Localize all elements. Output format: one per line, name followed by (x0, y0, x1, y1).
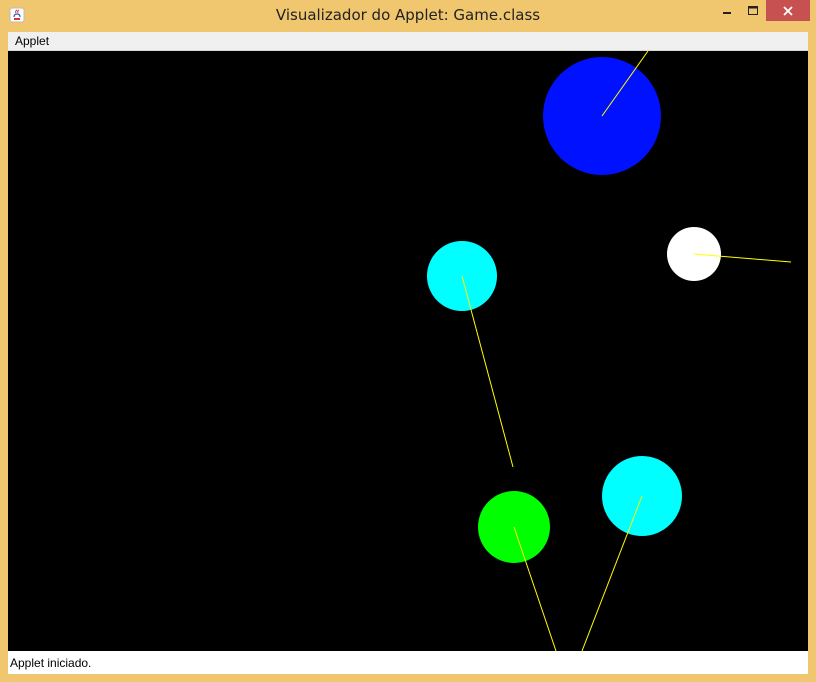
applet-viewer-window: Visualizador do Applet: Game.class Apple… (0, 0, 816, 682)
menu-bar: Applet (8, 32, 808, 51)
minimize-button[interactable] (713, 0, 740, 21)
close-icon (783, 5, 793, 16)
minimize-icon (722, 11, 731, 14)
status-text: Applet iniciado. (10, 656, 92, 670)
maximize-button[interactable] (740, 0, 766, 21)
status-bar: Applet iniciado. (8, 651, 808, 674)
title-bar[interactable]: Visualizador do Applet: Game.class (0, 0, 816, 32)
close-button[interactable] (766, 0, 810, 21)
game-canvas[interactable] (8, 50, 808, 652)
window-title: Visualizador do Applet: Game.class (275, 6, 541, 24)
canvas-background (8, 51, 808, 651)
menu-applet[interactable]: Applet (14, 34, 50, 48)
maximize-icon (748, 5, 758, 15)
